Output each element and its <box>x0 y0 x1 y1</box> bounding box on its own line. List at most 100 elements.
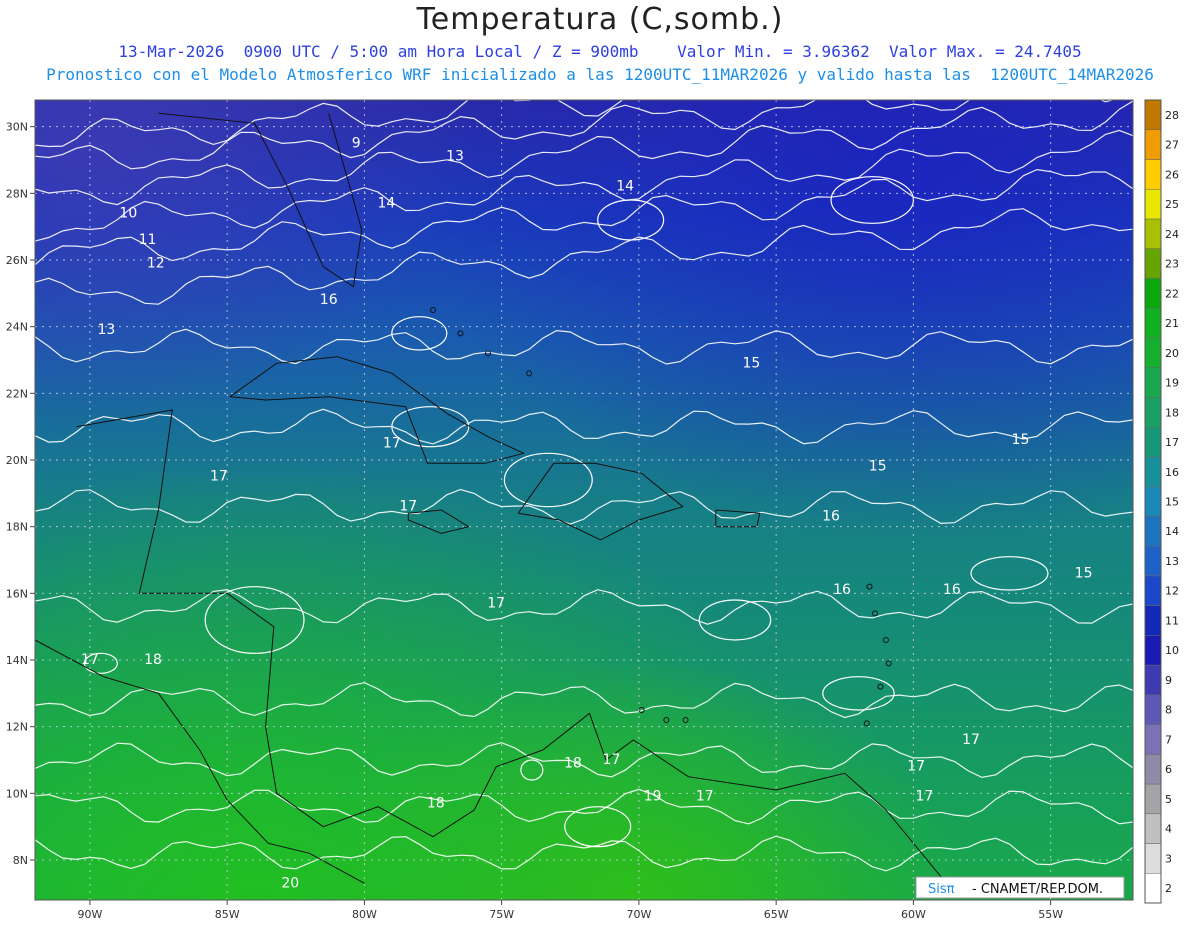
colorbar-swatch <box>1144 367 1162 398</box>
colorbar-swatch <box>1144 575 1162 606</box>
credit-box: Sisπ - CNAMET/REP.DOM. <box>915 876 1125 899</box>
colorbar-label: 7 <box>1165 733 1172 746</box>
colorbar-swatch <box>1144 278 1162 309</box>
contour-label: 18 <box>564 755 582 771</box>
colorbar-swatch <box>1144 218 1162 249</box>
colorbar-swatch <box>1144 724 1162 755</box>
colorbar-swatch <box>1144 99 1162 130</box>
longitude-tick-label: 60W <box>901 908 926 921</box>
contour-label: 15 <box>869 459 887 475</box>
colorbar-label: 8 <box>1165 704 1172 717</box>
longitude-tick-label: 85W <box>215 908 240 921</box>
colorbar-swatch <box>1144 307 1162 339</box>
colorbar-label: 3 <box>1165 852 1172 865</box>
colorbar-swatch <box>1144 843 1162 874</box>
contour-label: 17 <box>383 435 401 451</box>
contour-label: 15 <box>1012 432 1030 448</box>
contour-label: 17 <box>399 499 417 515</box>
latitude-tick-label: 8N <box>13 854 28 867</box>
colorbar-swatch <box>1144 754 1162 785</box>
contour-label: 16 <box>833 582 851 598</box>
brand-label: Sisπ <box>928 882 955 897</box>
colorbar-label: 2 <box>1165 882 1172 895</box>
latitude-tick-label: 24N <box>6 321 28 334</box>
longitude-tick-label: 80W <box>352 908 377 921</box>
longitude-tick-label: 75W <box>489 908 514 921</box>
organization-label: - CNAMET/REP.DOM. <box>972 882 1103 897</box>
colorbar-swatch <box>1144 605 1162 636</box>
contour-label: 20 <box>281 875 299 891</box>
colorbar-label: 26 <box>1165 168 1179 181</box>
contour-label: 17 <box>81 652 99 668</box>
latitude-tick-label: 26N <box>6 254 28 267</box>
colorbar-swatch <box>1144 397 1162 428</box>
latitude-tick-label: 10N <box>6 787 28 800</box>
latitude-tick-label: 12N <box>6 721 28 734</box>
contour-label: 14 <box>616 179 634 195</box>
colorbar-label: 4 <box>1165 823 1172 836</box>
colorbar-label: 25 <box>1165 198 1179 211</box>
colorbar-label: 18 <box>1165 406 1179 419</box>
colorbar-label: 5 <box>1165 793 1172 806</box>
contour-label: 9 <box>352 135 361 151</box>
latitude-tick-label: 30N <box>6 121 28 134</box>
contour-label: 17 <box>696 789 714 805</box>
contour-label: 17 <box>487 595 505 611</box>
colorbar-label: 12 <box>1165 585 1179 598</box>
colorbar-label: 6 <box>1165 763 1172 776</box>
colorbar-label: 23 <box>1165 258 1179 271</box>
plot-area: 9 13 14 14 1011 12 16 13 15 17 15 15 17 17 16 15 16 16 17 1… <box>35 100 1133 900</box>
colorbar-swatch <box>1144 545 1162 577</box>
contour-label: 12 <box>147 255 165 271</box>
contour-label: 16 <box>943 582 961 598</box>
colorbar: 2345678910111213141516171819202122232425… <box>1144 99 1179 904</box>
contour-label: 17 <box>603 752 621 768</box>
colorbar-label: 14 <box>1165 525 1179 538</box>
contour-label: 11 <box>139 232 157 248</box>
colorbar-label: 21 <box>1165 317 1179 330</box>
colorbar-swatch <box>1144 188 1162 220</box>
contour-label: 13 <box>97 322 115 338</box>
colorbar-swatch <box>1144 248 1162 279</box>
latitude-tick-label: 16N <box>6 587 28 600</box>
contour-label: 14 <box>377 195 395 211</box>
contour-label: 19 <box>644 789 662 805</box>
longitude-tick-label: 65W <box>764 908 789 921</box>
colorbar-label: 9 <box>1165 674 1172 687</box>
latitude-tick-label: 28N <box>6 187 28 200</box>
colorbar-swatch <box>1144 486 1162 517</box>
colorbar-swatch <box>1144 783 1162 815</box>
colorbar-label: 11 <box>1165 614 1179 627</box>
contour-label: 15 <box>743 355 761 371</box>
colorbar-swatch <box>1144 456 1162 487</box>
temperature-map: 9 13 14 14 10 11 12 16 13 15 17 15 15 17 17 16 15 16 16 17 1… <box>6 99 1179 921</box>
contour-label: 17 <box>915 789 933 805</box>
colorbar-label: 10 <box>1165 644 1179 657</box>
longitude-tick-label: 55W <box>1038 908 1063 921</box>
contour-label: 17 <box>962 732 980 748</box>
colorbar-label: 20 <box>1165 347 1179 360</box>
warm-region-south <box>35 100 1133 900</box>
longitude-tick-label: 90W <box>77 908 102 921</box>
latitude-tick-label: 18N <box>6 521 28 534</box>
colorbar-label: 24 <box>1165 228 1179 241</box>
contour-label: 17 <box>907 759 925 775</box>
colorbar-label: 28 <box>1165 109 1179 122</box>
colorbar-swatch <box>1144 873 1162 904</box>
contour-label: 13 <box>446 149 464 165</box>
colorbar-label: 17 <box>1165 436 1179 449</box>
colorbar-label: 27 <box>1165 139 1179 152</box>
colorbar-label: 13 <box>1165 555 1179 568</box>
latitude-tick-label: 14N <box>6 654 28 667</box>
latitude-tick-label: 20N <box>6 454 28 467</box>
colorbar-label: 19 <box>1165 377 1179 390</box>
colorbar-label: 16 <box>1165 466 1179 479</box>
contour-label: 18 <box>144 652 162 668</box>
contour-label: 17 <box>210 469 228 485</box>
colorbar-swatch <box>1144 694 1162 725</box>
colorbar-swatch <box>1144 664 1162 696</box>
colorbar-label: 15 <box>1165 496 1179 509</box>
colorbar-swatch <box>1144 635 1162 666</box>
longitude-tick-label: 70W <box>626 908 651 921</box>
contour-label: 16 <box>822 509 840 525</box>
